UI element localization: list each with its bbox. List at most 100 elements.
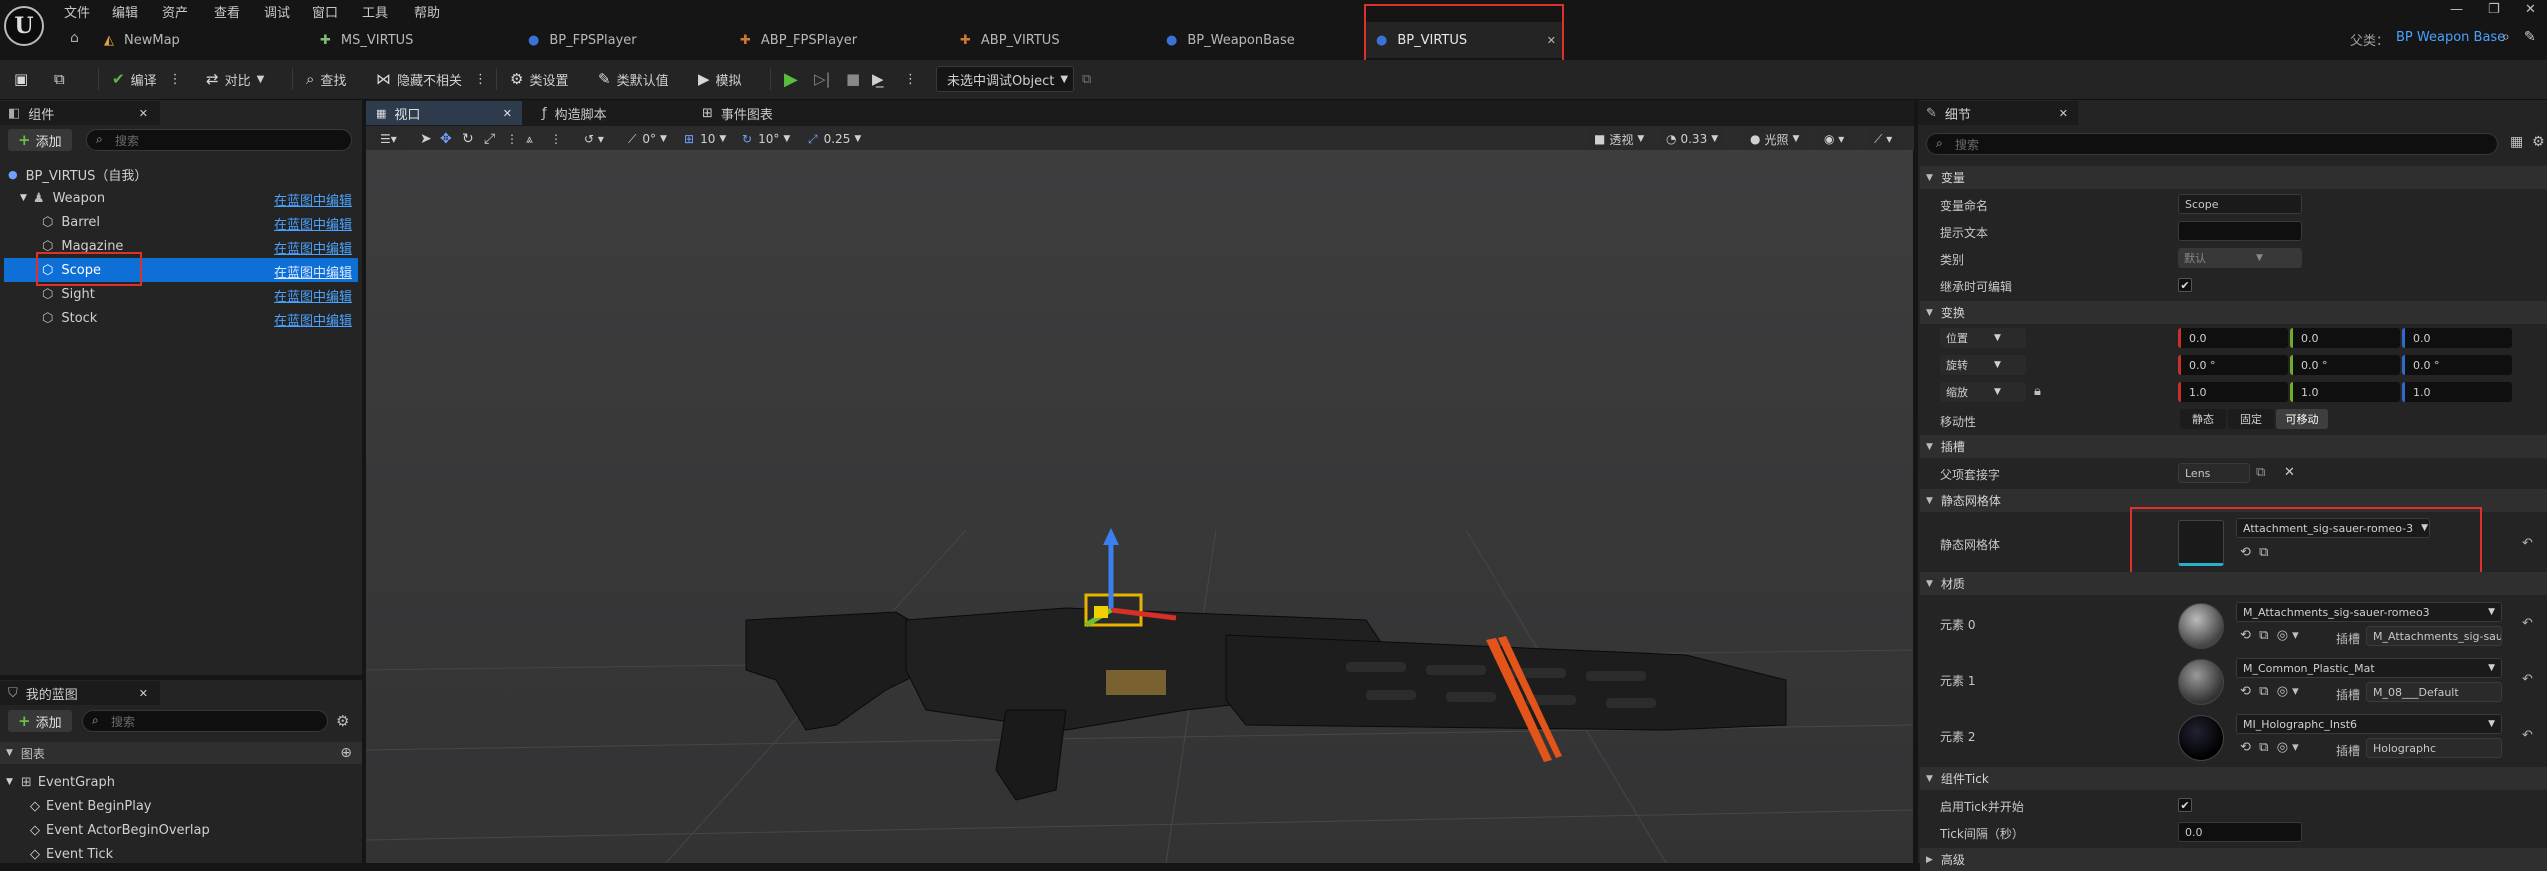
add-component-button[interactable]: + 添加 <box>8 129 72 151</box>
tab-event-graph[interactable]: ⊞ 事件图表 <box>692 101 773 125</box>
menu-assets[interactable]: 资产 <box>162 2 188 21</box>
stop-icon[interactable]: ■ <box>846 66 860 92</box>
viewport-canvas[interactable] <box>366 150 1913 863</box>
save-icon[interactable]: ▣ <box>14 66 34 92</box>
components-search-input[interactable]: ⌕ 搜索 <box>86 129 352 151</box>
event-item[interactable]: ◇ Event ActorBeginOverlap <box>30 818 210 842</box>
category-select[interactable]: 默认 ▼ <box>2178 248 2302 268</box>
slot-1-field[interactable]: M_08___Default <box>2366 682 2502 702</box>
find-button[interactable]: ⌕ 查找 <box>306 66 346 92</box>
mobility-movable-button[interactable]: 可移动 <box>2276 409 2328 429</box>
section-variable[interactable]: ▼ 变量 <box>1920 166 2547 189</box>
edit-in-blueprint-link[interactable]: 在蓝图中编辑 <box>274 238 352 257</box>
menu-tools[interactable]: 工具 <box>362 2 388 21</box>
edit-in-blueprint-link[interactable]: 在蓝图中编辑 <box>274 214 352 233</box>
grid-snap-button[interactable]: ⊞ 10 ▼ <box>684 128 726 150</box>
clear-icon[interactable]: ✕ <box>2284 465 2295 480</box>
mobility-stationary-button[interactable]: 固定 <box>2228 409 2274 429</box>
rotate-snap-button[interactable]: ⟋ 0° ▼ <box>628 128 667 150</box>
search-icon[interactable]: ⌕ <box>2502 29 2510 45</box>
angle-snap-button[interactable]: ↻ 10° ▼ <box>742 128 790 150</box>
material-1-actions[interactable]: ⟲ ⧉ ◎ ▾ <box>2240 684 2299 699</box>
section-materials[interactable]: ▼ 材质 <box>1920 572 2547 595</box>
parent-socket-field[interactable]: Lens <box>2178 463 2250 483</box>
show-flags-button[interactable]: ◉ ▾ <box>1818 128 1851 150</box>
tab-bp-weaponbase[interactable]: ● BP_WeaponBase <box>1158 22 1348 58</box>
material-1-thumbnail[interactable] <box>2178 659 2224 705</box>
simulate-button[interactable]: ▶ 模拟 <box>698 66 742 92</box>
world-icon[interactable]: ⩓ <box>526 128 533 150</box>
reset-icon[interactable]: ↶ <box>2522 728 2533 743</box>
scale-z-field[interactable]: 1.0 <box>2402 382 2512 402</box>
diff-button[interactable]: ⇄ 对比 ▼ <box>206 66 264 92</box>
menu-view[interactable]: 查看 <box>214 2 240 21</box>
add-circle-icon[interactable]: ⊕ <box>340 745 352 761</box>
close-window-icon[interactable]: ✕ <box>2525 2 2536 17</box>
unreal-logo[interactable]: U <box>4 6 44 46</box>
tab-viewport[interactable]: ▦ 视口 ✕ <box>366 101 522 125</box>
play-icon[interactable]: ▶ <box>784 66 798 92</box>
move-tool-icon[interactable]: ✥ <box>440 128 452 150</box>
tree-item-barrel[interactable]: ⬡ Barrel <box>42 210 100 234</box>
edit-icon[interactable]: ✎ <box>2524 29 2536 45</box>
location-x-field[interactable]: 0.0 <box>2178 328 2288 348</box>
menu-edit[interactable]: 编辑 <box>112 2 138 21</box>
menu-help[interactable]: 帮助 <box>414 2 440 21</box>
location-z-field[interactable]: 0.0 <box>2402 328 2512 348</box>
reset-icon[interactable]: ↶ <box>2522 536 2533 551</box>
scale-x-field[interactable]: 1.0 <box>2178 382 2288 402</box>
menu-file[interactable]: 文件 <box>64 2 90 21</box>
rotate-tool-icon[interactable]: ↻ <box>462 128 474 150</box>
viewport-options-button[interactable]: ☰▾ <box>374 128 403 150</box>
material-2-select[interactable]: MI_Holographc_Inst6 ▼ <box>2236 714 2502 734</box>
compile-button[interactable]: ✔ 编译 ⋮ <box>112 66 182 92</box>
more-icon[interactable]: ⋮ <box>506 128 518 150</box>
tab-construction-script[interactable]: ƒ 构造脚本 <box>532 101 607 125</box>
parent-class-link[interactable]: BP Weapon Base <box>2396 30 2505 45</box>
mobility-static-button[interactable]: 静态 <box>2180 409 2226 429</box>
reset-icon[interactable]: ↶ <box>2522 616 2533 631</box>
tab-abp-fpsplayer[interactable]: ✚ ABP_FPSPlayer <box>732 22 922 58</box>
tree-item-stock[interactable]: ⬡ Stock <box>42 306 97 330</box>
details-search-input[interactable]: ⌕ 搜索 <box>1926 133 2498 155</box>
lock-icon[interactable]: 🔒︎ <box>2034 384 2041 399</box>
camera-speed-button[interactable]: ◔ 0.33 ▼ <box>1660 128 1725 150</box>
more-icon[interactable]: ⋮ <box>169 72 182 87</box>
more-icon[interactable]: ⋮ <box>904 66 917 92</box>
browse-icon[interactable]: ⧉ <box>54 66 71 92</box>
close-tab-icon[interactable]: ✕ <box>503 107 512 120</box>
scale-y-field[interactable]: 1.0 <box>2290 382 2400 402</box>
tree-item-weapon[interactable]: ▼ ♟ Weapon <box>20 186 105 210</box>
scale-tool-icon[interactable]: ⤢ <box>484 128 495 150</box>
section-sockets[interactable]: ▼ 插槽 <box>1920 435 2547 458</box>
scale-snap-button[interactable]: ⤢ 0.25 ▼ <box>808 128 861 150</box>
more-icon[interactable]: ⋮ <box>474 72 487 87</box>
edit-in-blueprint-link[interactable]: 在蓝图中编辑 <box>274 286 352 305</box>
gizmo-center[interactable] <box>1094 606 1108 618</box>
material-0-select[interactable]: M_Attachments_sig-sauer-romeo3 ▼ <box>2236 602 2502 622</box>
components-tab[interactable]: ◧ 组件 ✕ <box>0 101 160 125</box>
minimize-icon[interactable]: — <box>2450 2 2463 17</box>
my-blueprint-tab[interactable]: ⛉ 我的蓝图 ✕ <box>0 681 160 705</box>
rotation-z-field[interactable]: 0.0 ° <box>2402 355 2512 375</box>
viewport-settings-button[interactable]: ⟋ ▾ <box>1868 128 1899 150</box>
location-mode-select[interactable]: 位置 ▼ <box>1940 328 2026 348</box>
tooltip-field[interactable] <box>2178 221 2302 241</box>
material-1-select[interactable]: M_Common_Plastic_Mat ▼ <box>2236 658 2502 678</box>
material-2-thumbnail[interactable] <box>2178 715 2224 761</box>
scale-mode-select[interactable]: 缩放 ▼ <box>1940 382 2026 402</box>
lit-mode-button[interactable]: ● 光照 ▼ <box>1744 128 1806 150</box>
slot-0-field[interactable]: M_Attachments_sig-saue <box>2366 626 2502 646</box>
rotation-x-field[interactable]: 0.0 ° <box>2178 355 2288 375</box>
slot-2-field[interactable]: Holographc <box>2366 738 2502 758</box>
section-transform[interactable]: ▼ 变换 <box>1920 301 2547 324</box>
close-panel-icon[interactable]: ✕ <box>2059 107 2068 120</box>
tab-abp-virtus[interactable]: ✚ ABP_VIRTUS <box>952 22 1132 58</box>
perspective-button[interactable]: ■ 透视 ▼ <box>1588 128 1651 150</box>
browse-socket-icon[interactable]: ⧉ <box>2256 465 2265 480</box>
step-icon[interactable]: ▷| <box>814 66 831 92</box>
restore-icon[interactable]: ❐ <box>2488 2 2500 17</box>
variable-name-field[interactable]: Scope <box>2178 194 2302 214</box>
location-y-field[interactable]: 0.0 <box>2290 328 2400 348</box>
details-tab[interactable]: ✎ 细节 ✕ <box>1918 101 2078 125</box>
